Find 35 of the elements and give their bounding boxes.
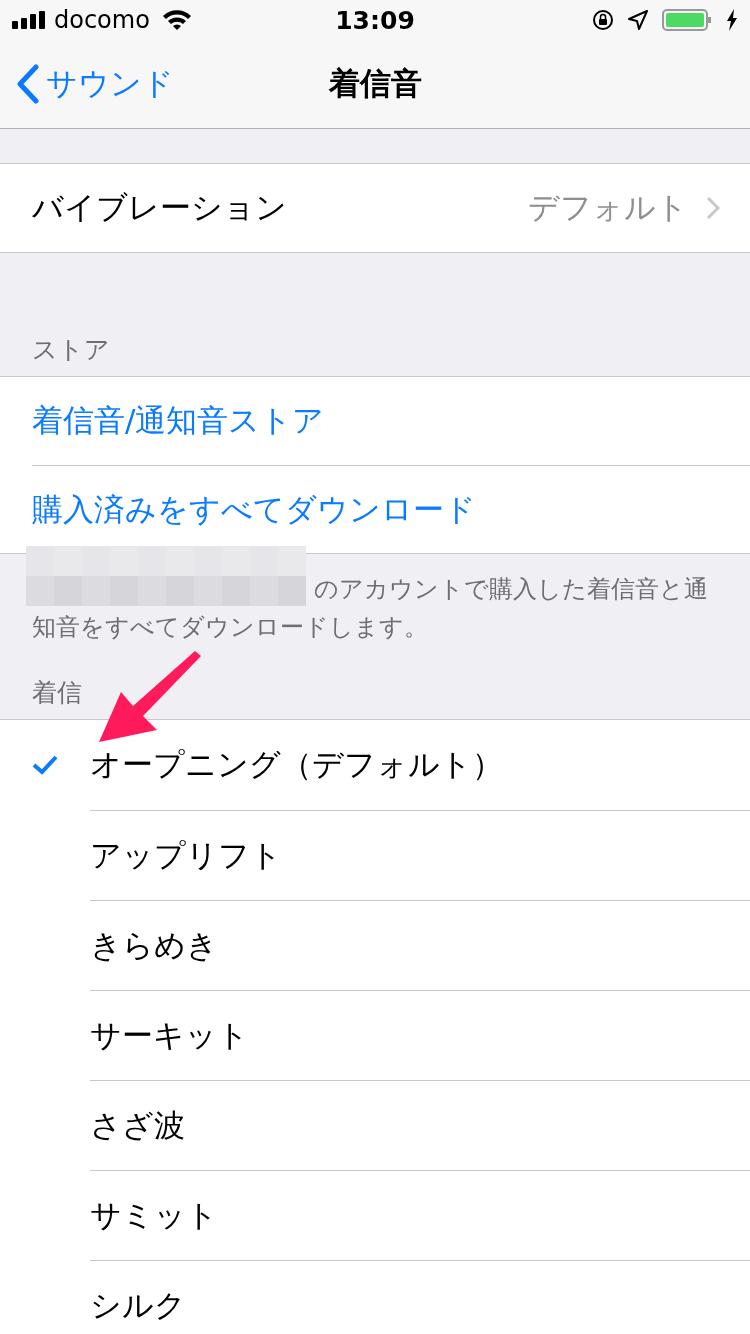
vibration-row[interactable]: バイブレーション デフォルト xyxy=(0,164,750,252)
section-header: ストア xyxy=(31,334,111,366)
ringtone-row[interactable]: サーキット xyxy=(0,990,750,1080)
ringtone-name: アップリフト xyxy=(90,835,282,875)
battery-icon xyxy=(662,9,712,31)
store-link[interactable]: 着信音/通知音ストア xyxy=(32,400,325,442)
clock-time: 13:09 xyxy=(335,5,415,35)
store-link[interactable]: 購入済みをすべてダウンロード xyxy=(32,488,476,531)
ringtone-name: さざ波 xyxy=(90,1105,185,1145)
location-arrow-icon xyxy=(628,10,648,30)
section-header: 着信 xyxy=(31,677,83,709)
charging-bolt-icon xyxy=(726,9,738,31)
ringtone-row[interactable]: アップリフト xyxy=(0,810,750,900)
nav-title: 着信音 xyxy=(328,64,422,103)
section-footer: のアカウントで購入した着信音と通 xyxy=(314,570,708,608)
back-button[interactable]: サウンド xyxy=(0,62,180,106)
ringtone-name: サーキット xyxy=(90,1015,249,1055)
ringtone-row[interactable]: サミット xyxy=(0,1170,750,1260)
chevron-icon xyxy=(706,196,720,220)
ringtone-name: きらめき xyxy=(90,925,218,965)
ringtone-name: シルク xyxy=(90,1285,186,1325)
wifi-icon xyxy=(161,9,192,31)
ringtone-row[interactable]: きらめき xyxy=(0,900,750,990)
section-footer: 知音をすべてダウンロードします。 xyxy=(32,608,428,646)
ringtone-row[interactable]: オープニング（デフォルト） xyxy=(0,720,750,810)
rotation-lock-icon xyxy=(592,9,614,31)
ringtone-name: サミット xyxy=(90,1195,218,1235)
ringtone-row[interactable]: シルク xyxy=(0,1260,750,1334)
signal-icon xyxy=(12,11,46,29)
ringtone-row[interactable]: さざ波 xyxy=(0,1080,750,1170)
back-chevron-icon xyxy=(16,64,40,104)
ringtone-name: オープニング（デフォルト） xyxy=(90,745,503,784)
row-value: デフォルト xyxy=(528,188,688,227)
row-label: バイブレーション xyxy=(32,188,287,227)
carrier-name: docomo xyxy=(54,6,150,34)
